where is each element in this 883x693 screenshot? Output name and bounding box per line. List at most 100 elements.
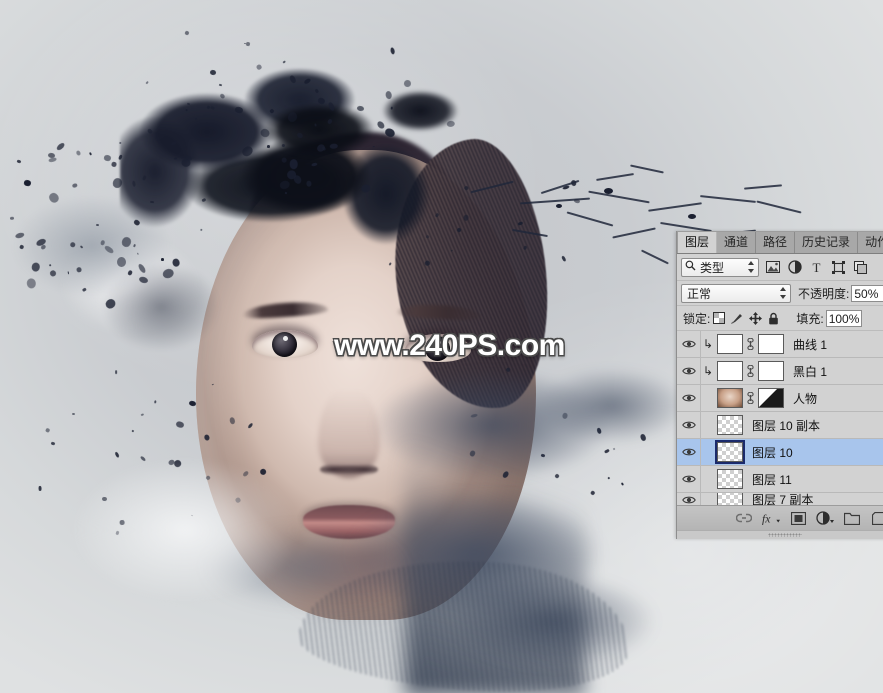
layer-mask-thumbnail[interactable] bbox=[758, 334, 784, 354]
layer-visibility-toggle[interactable] bbox=[677, 385, 701, 411]
shape-layer-filter-icon[interactable] bbox=[830, 259, 847, 276]
ink-droplet bbox=[27, 278, 37, 290]
layer-thumbnail[interactable] bbox=[717, 415, 743, 435]
ink-droplet bbox=[640, 433, 647, 441]
mask-link-icon[interactable] bbox=[745, 365, 756, 377]
ink-hairline bbox=[470, 181, 513, 193]
eyebrow-right bbox=[396, 303, 483, 321]
layer-thumbnail[interactable] bbox=[717, 388, 743, 408]
blend-mode-row[interactable]: 正常 不透明度: 50% bbox=[677, 281, 883, 306]
layer-visibility-toggle[interactable] bbox=[677, 493, 701, 505]
layer-row[interactable]: ↳黑白 1 bbox=[677, 358, 883, 385]
blend-mode-select[interactable]: 正常 bbox=[681, 284, 791, 303]
tab-channels[interactable]: 通道 bbox=[717, 232, 756, 253]
ink-droplet bbox=[561, 255, 566, 261]
clipping-mask-arrow-icon: ↳ bbox=[701, 337, 715, 351]
ink-droplet bbox=[51, 442, 55, 446]
layer-row[interactable]: 图层 11 bbox=[677, 466, 883, 493]
panel-resize-grip[interactable] bbox=[677, 530, 883, 539]
fill-input[interactable]: 100% bbox=[826, 310, 863, 327]
layer-thumbnail[interactable] bbox=[717, 442, 743, 462]
lock-transparent-pixels-icon[interactable] bbox=[710, 310, 728, 326]
layer-row[interactable]: 图层 10 副本 bbox=[677, 412, 883, 439]
tab-actions[interactable]: 动作 bbox=[858, 232, 883, 253]
tab-history[interactable]: 历史记录 bbox=[795, 232, 858, 253]
tab-layers[interactable]: 图层 bbox=[678, 232, 717, 253]
layer-row[interactable]: 人物 bbox=[677, 385, 883, 412]
ink-droplet bbox=[285, 192, 287, 194]
lock-row[interactable]: 锁定: 填充: 100% bbox=[677, 306, 883, 331]
layer-mask-thumbnail[interactable] bbox=[758, 388, 784, 408]
eye-right bbox=[405, 334, 471, 362]
lips bbox=[303, 505, 395, 539]
filter-kind-select[interactable]: 类型 bbox=[681, 258, 759, 277]
ink-droplet bbox=[67, 271, 68, 274]
layer-filter-row[interactable]: 类型 T bbox=[677, 254, 883, 281]
layer-row[interactable]: 图层 10 bbox=[677, 439, 883, 466]
ink-droplet bbox=[115, 530, 119, 534]
layers-panel[interactable]: 图层 通道 路径 历史记录 动作 类型 T bbox=[676, 231, 883, 539]
link-layers-icon[interactable] bbox=[735, 509, 753, 527]
new-adjustment-layer-icon[interactable] bbox=[816, 509, 834, 527]
layer-name-label: 图层 10 bbox=[752, 444, 793, 461]
tab-paths[interactable]: 路径 bbox=[756, 232, 795, 253]
ink-droplet bbox=[80, 245, 84, 249]
layer-thumbnail[interactable] bbox=[717, 361, 743, 381]
layer-style-fx-icon[interactable]: fx bbox=[762, 509, 780, 527]
ink-droplet bbox=[246, 42, 250, 46]
ink-droplet bbox=[127, 270, 132, 276]
new-group-icon[interactable] bbox=[843, 509, 861, 527]
smart-object-filter-icon[interactable] bbox=[852, 259, 869, 276]
ink-droplet bbox=[403, 80, 411, 88]
ink-droplet bbox=[147, 128, 153, 134]
lock-position-icon[interactable] bbox=[746, 310, 764, 326]
layer-thumbnail[interactable] bbox=[717, 334, 743, 354]
ink-droplet bbox=[286, 111, 298, 124]
mask-link-icon[interactable] bbox=[745, 338, 756, 350]
ink-droplet bbox=[82, 288, 87, 293]
blend-mode-label: 正常 bbox=[685, 285, 780, 302]
layer-visibility-toggle[interactable] bbox=[677, 439, 701, 465]
type-layer-filter-icon[interactable]: T bbox=[808, 259, 825, 276]
panel-tab-strip[interactable]: 图层 通道 路径 历史记录 动作 bbox=[677, 231, 883, 254]
add-layer-mask-icon[interactable] bbox=[789, 509, 807, 527]
layer-name-label: 图层 11 bbox=[752, 471, 792, 488]
adjustment-layer-filter-icon[interactable] bbox=[786, 259, 803, 276]
layer-thumbnail[interactable] bbox=[717, 469, 743, 489]
ink-droplet bbox=[424, 260, 430, 267]
eye-glint-left bbox=[283, 336, 288, 341]
filter-kind-stepper[interactable] bbox=[748, 261, 755, 273]
blend-mode-stepper[interactable] bbox=[780, 287, 787, 299]
layer-thumbnail[interactable] bbox=[717, 493, 743, 505]
layer-list[interactable]: ↳曲线 1↳黑白 1人物图层 10 副本图层 10 图层 11 图层 7 副本 bbox=[677, 331, 883, 505]
ink-droplet bbox=[69, 242, 76, 249]
mask-link-icon[interactable] bbox=[745, 392, 756, 404]
ink-droplet bbox=[608, 477, 610, 479]
ink-droplet bbox=[621, 482, 624, 485]
ink-droplet bbox=[47, 192, 60, 205]
ink-droplet bbox=[212, 383, 214, 385]
layer-visibility-toggle[interactable] bbox=[677, 466, 701, 492]
layer-visibility-toggle[interactable] bbox=[677, 331, 701, 357]
layer-row[interactable]: 图层 7 副本 bbox=[677, 493, 883, 505]
ink-droplet bbox=[102, 497, 107, 502]
ink-hairline bbox=[541, 180, 580, 194]
new-layer-icon[interactable] bbox=[870, 509, 883, 527]
ink-droplet bbox=[259, 468, 266, 475]
layer-visibility-toggle[interactable] bbox=[677, 412, 701, 438]
lock-all-icon[interactable] bbox=[764, 310, 782, 326]
ink-droplet bbox=[16, 160, 21, 164]
ink-droplet bbox=[556, 204, 562, 208]
ink-droplet bbox=[142, 175, 147, 180]
layers-panel-toolbar[interactable]: fx bbox=[677, 505, 883, 530]
ink-droplet bbox=[184, 30, 189, 35]
layer-visibility-toggle[interactable] bbox=[677, 358, 701, 384]
lock-image-pixels-icon[interactable] bbox=[728, 310, 746, 326]
layer-mask-thumbnail[interactable] bbox=[758, 361, 784, 381]
opacity-input[interactable]: 50% bbox=[851, 285, 883, 302]
pixel-layer-filter-icon[interactable] bbox=[764, 259, 781, 276]
ink-droplet bbox=[235, 107, 244, 114]
layer-row[interactable]: ↳曲线 1 bbox=[677, 331, 883, 358]
ink-droplet bbox=[47, 152, 55, 158]
ink-droplet bbox=[425, 235, 429, 239]
